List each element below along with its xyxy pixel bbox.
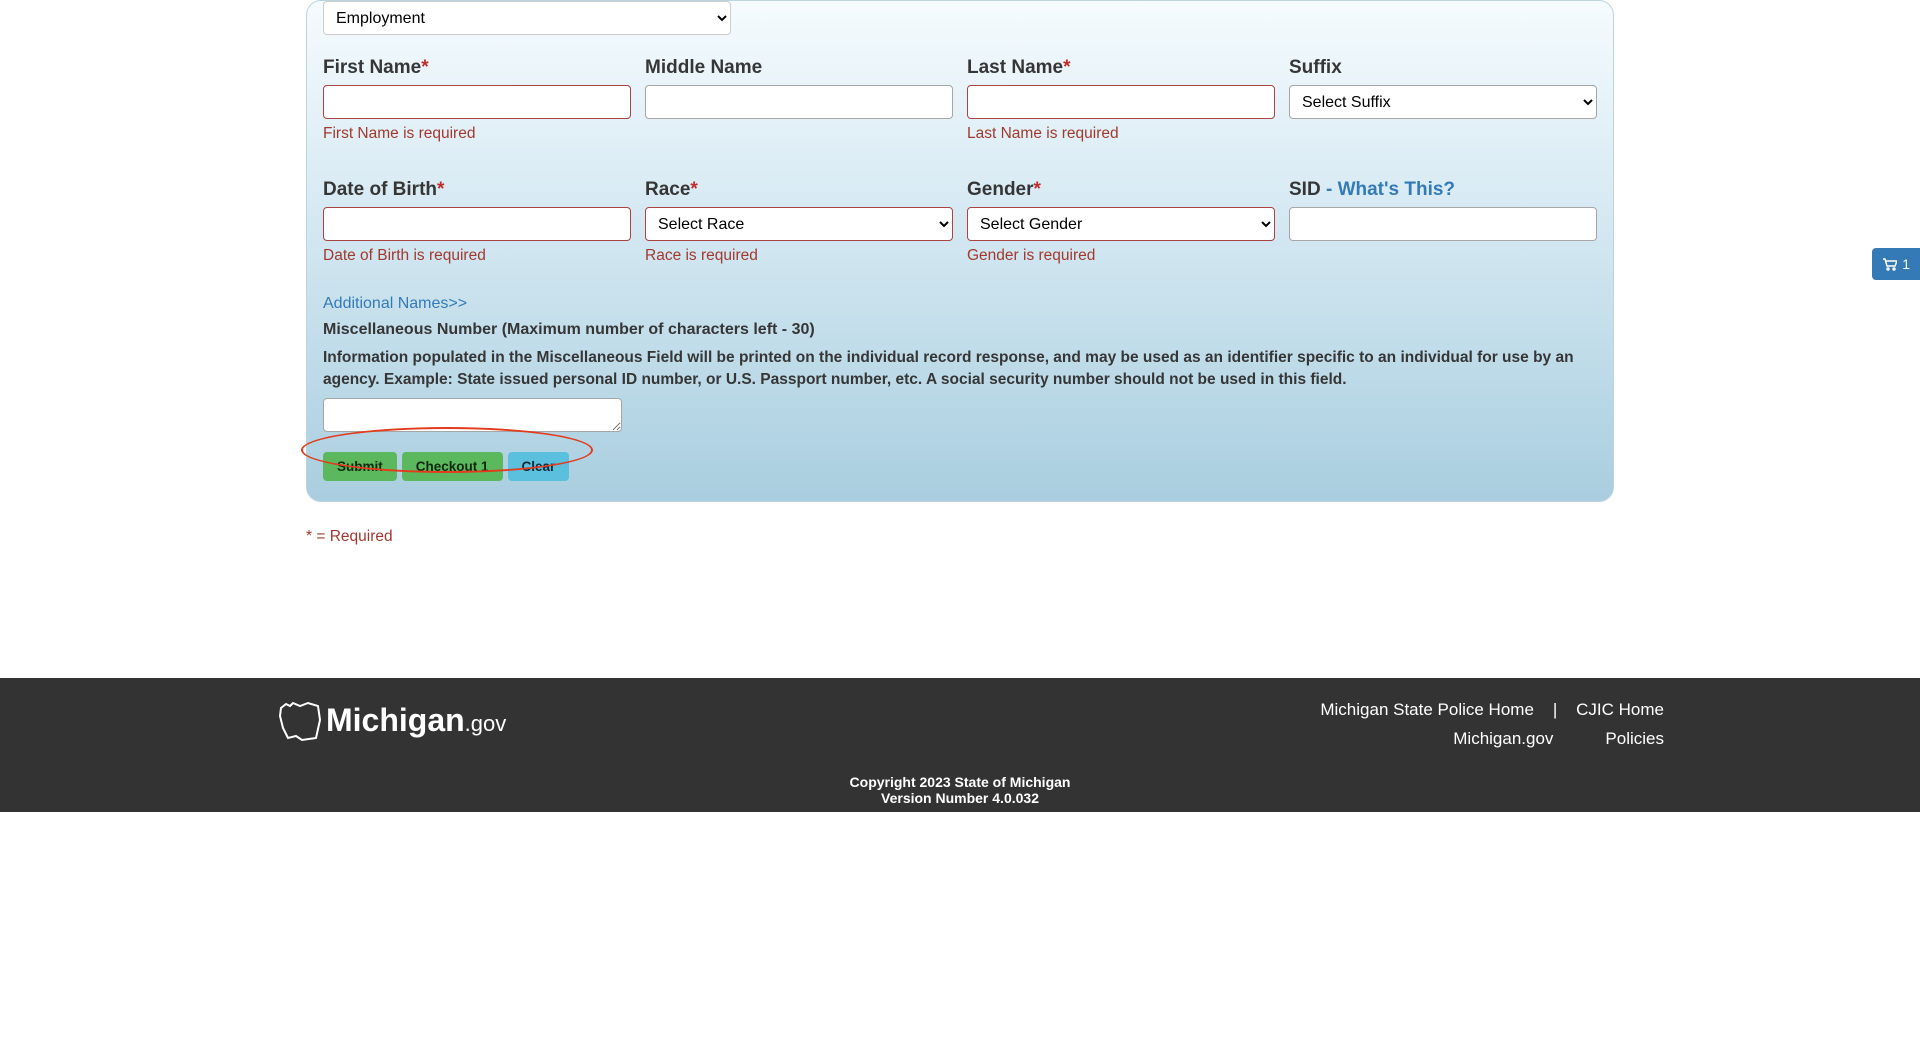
footer-logo: Michigan.gov	[278, 700, 506, 742]
footer-copyright: Copyright 2023 State of Michigan	[0, 774, 1920, 790]
gender-select[interactable]: Select Gender	[967, 207, 1275, 241]
dob-label: Date of Birth*	[323, 179, 631, 201]
suffix-label: Suffix	[1289, 57, 1597, 79]
sid-label: SID - What's This?	[1289, 179, 1597, 201]
footer-links: Michigan State Police Home | CJIC Home M…	[1320, 696, 1664, 754]
footer-logo-text: Michigan.gov	[326, 702, 506, 739]
additional-names-link[interactable]: Additional Names>>	[323, 295, 467, 312]
michigan-logo-icon	[278, 700, 322, 742]
reason-select[interactable]: Employment	[323, 1, 731, 35]
dob-input[interactable]	[323, 207, 631, 241]
last-name-label: Last Name*	[967, 57, 1275, 79]
footer: Michigan.gov Michigan State Police Home …	[0, 678, 1920, 812]
suffix-select[interactable]: Select Suffix	[1289, 85, 1597, 119]
race-select[interactable]: Select Race	[645, 207, 953, 241]
sid-input[interactable]	[1289, 207, 1597, 241]
race-error: Race is required	[645, 247, 953, 265]
first-name-input[interactable]	[323, 85, 631, 119]
sid-whats-this-link[interactable]: - What's This?	[1326, 179, 1455, 200]
cart-count: 1	[1902, 256, 1910, 272]
required-legend: * = Required	[306, 528, 1614, 546]
footer-version: Version Number 4.0.032	[0, 790, 1920, 806]
gender-label: Gender*	[967, 179, 1275, 201]
checkout-button[interactable]: Checkout 1	[402, 452, 503, 481]
footer-link-msp[interactable]: Michigan State Police Home	[1320, 700, 1534, 719]
last-name-error: Last Name is required	[967, 125, 1275, 143]
first-name-error: First Name is required	[323, 125, 631, 143]
misc-textarea[interactable]	[323, 398, 622, 432]
misc-info: Information populated in the Miscellaneo…	[323, 347, 1597, 392]
footer-link-policies[interactable]: Policies	[1605, 729, 1664, 748]
submit-button[interactable]: Submit	[323, 452, 397, 481]
race-label: Race*	[645, 179, 953, 201]
middle-name-label: Middle Name	[645, 57, 953, 79]
dob-error: Date of Birth is required	[323, 247, 631, 265]
cart-tab[interactable]: 1	[1872, 248, 1920, 280]
gender-error: Gender is required	[967, 247, 1275, 265]
cart-icon	[1882, 258, 1897, 271]
last-name-input[interactable]	[967, 85, 1275, 119]
middle-name-input[interactable]	[645, 85, 953, 119]
first-name-label: First Name*	[323, 57, 631, 79]
footer-link-michigan[interactable]: Michigan.gov	[1453, 729, 1553, 748]
clear-button[interactable]: Clear	[508, 452, 570, 481]
footer-link-cjic[interactable]: CJIC Home	[1576, 700, 1664, 719]
misc-label: Miscellaneous Number (Maximum number of …	[323, 321, 1597, 339]
